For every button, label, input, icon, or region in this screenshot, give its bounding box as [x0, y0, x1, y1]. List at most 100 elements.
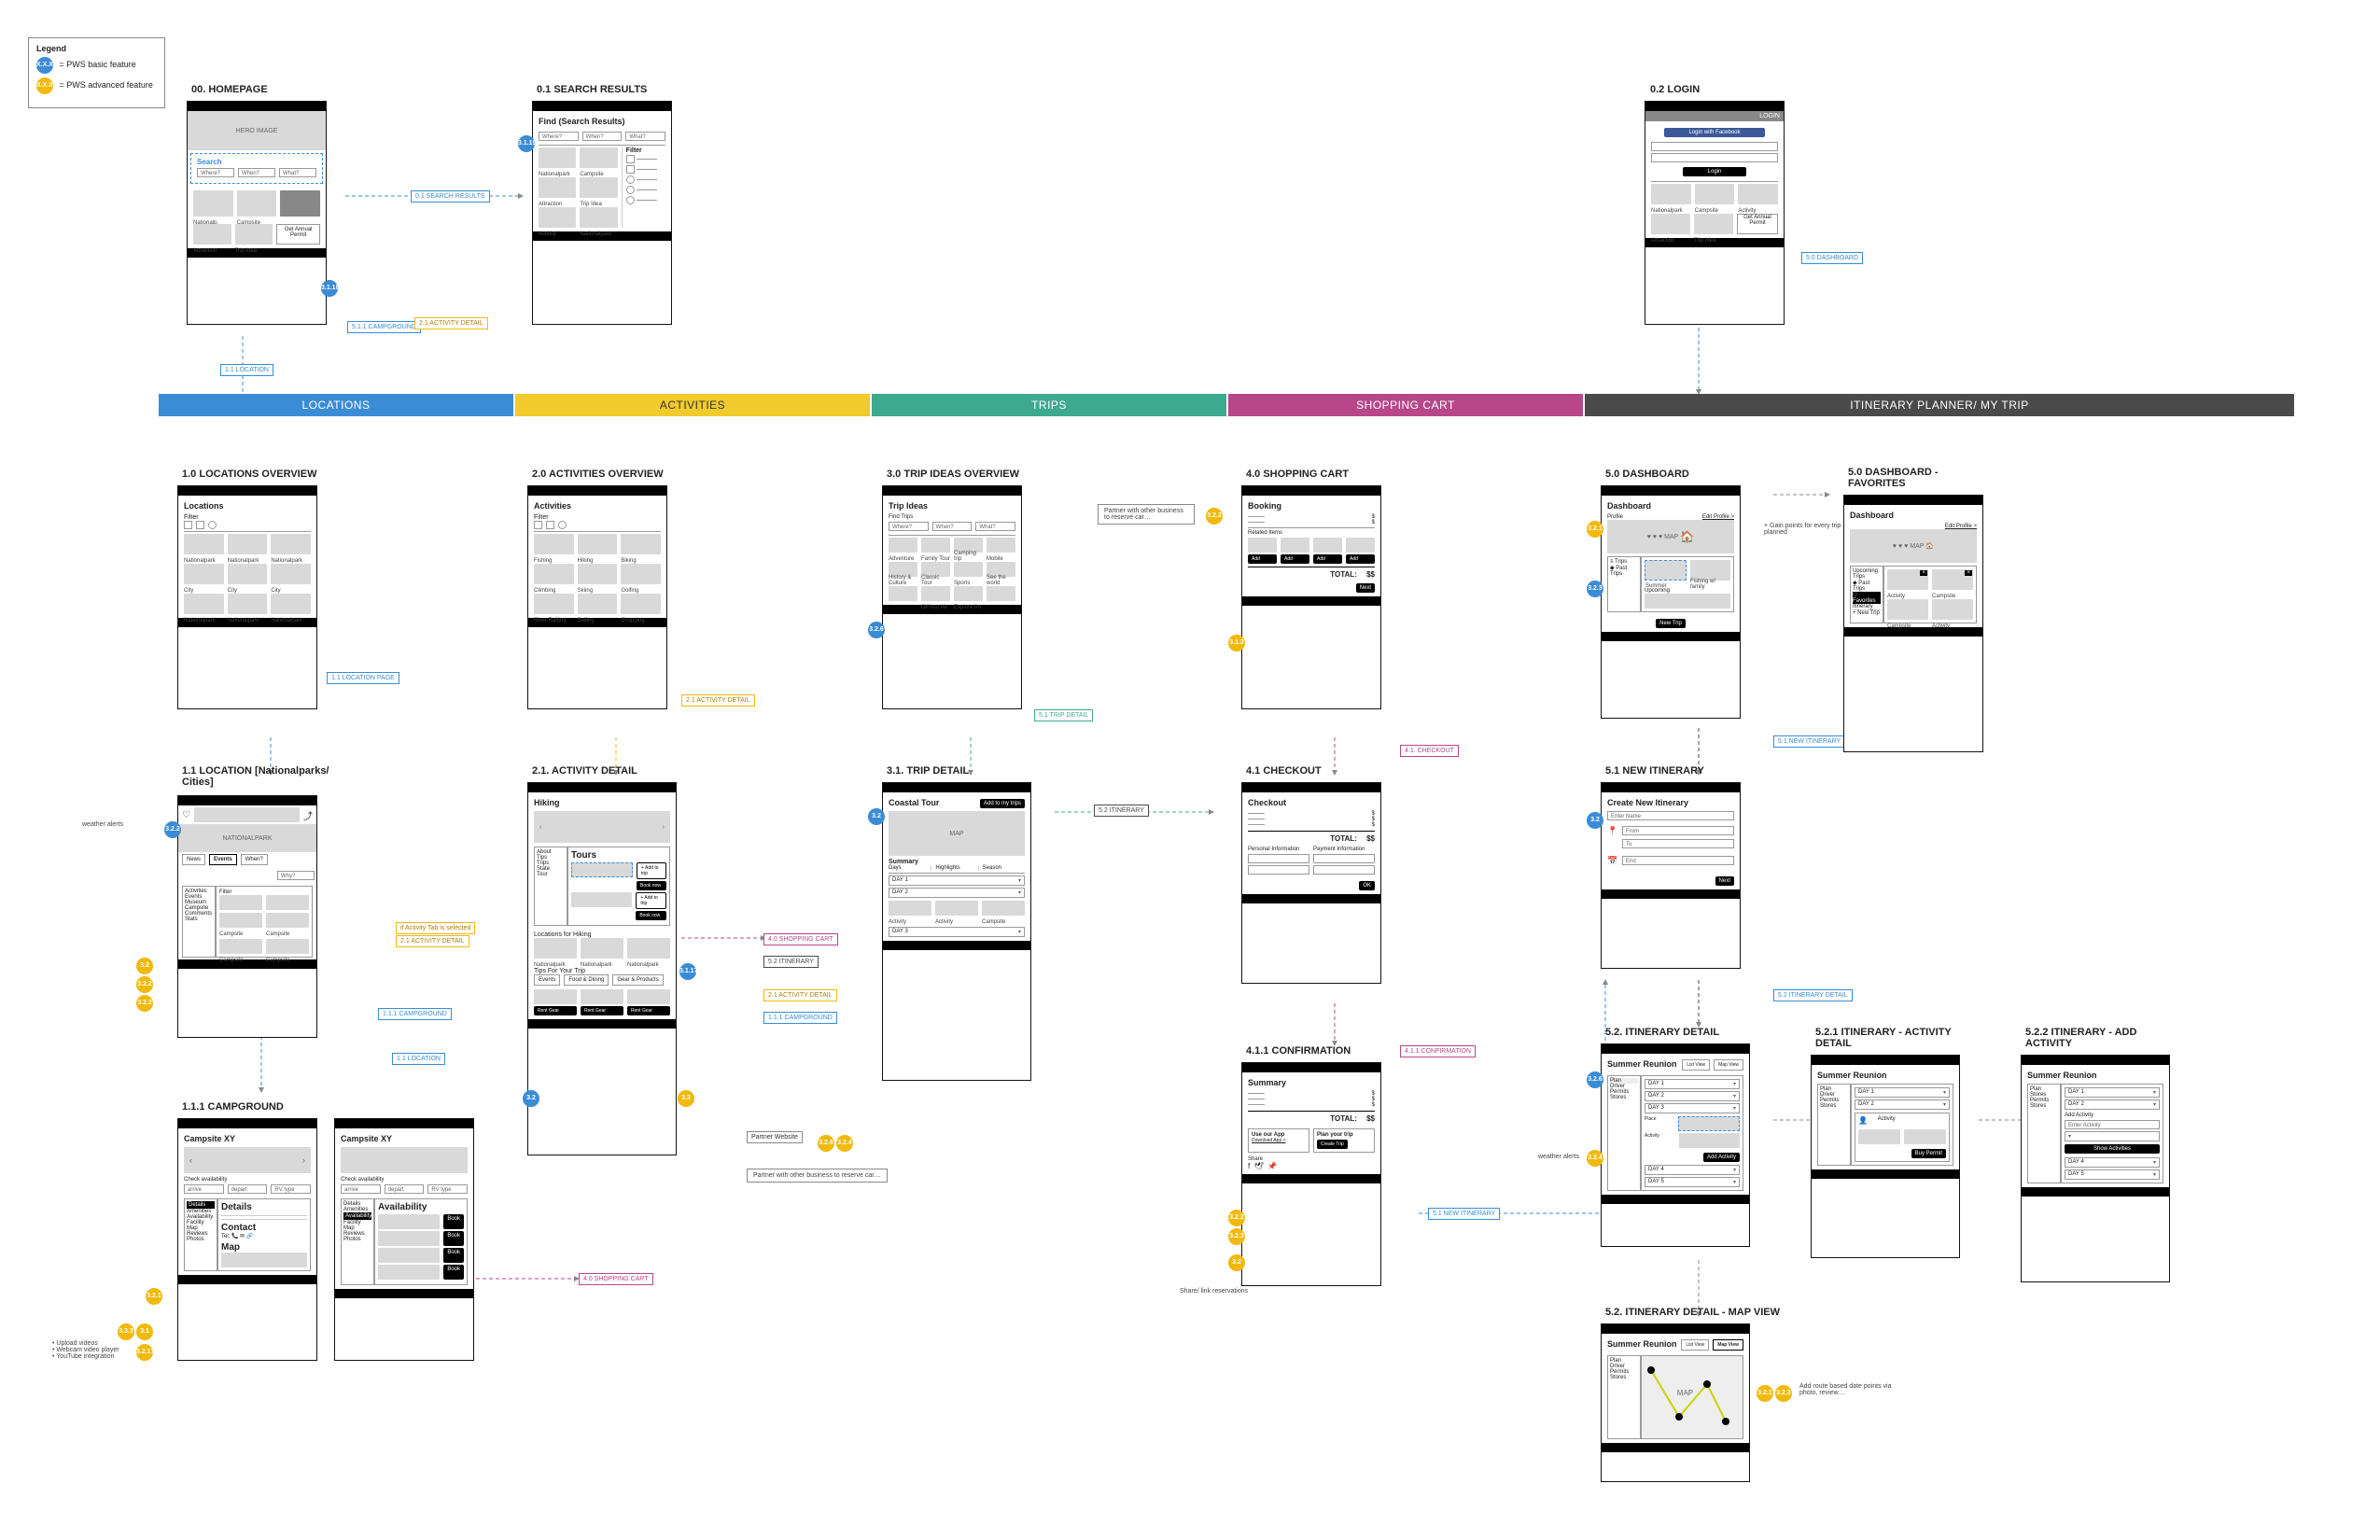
camp-t3[interactable]: Facility Map [187, 1220, 215, 1231]
id-add[interactable]: Add Activity [1703, 1153, 1740, 1162]
login-fb-button[interactable]: Login with Facebook [1664, 128, 1766, 137]
id-d1[interactable]: DAY 1 [1645, 1079, 1740, 1089]
s-check-2[interactable] [626, 165, 635, 174]
ad-rent-2[interactable]: Rent Gear [581, 1006, 623, 1015]
camp-dep[interactable]: depart [228, 1184, 268, 1194]
home-tile2-1[interactable]: Trip Idea [235, 248, 257, 254]
da-t0[interactable]: Summer [1645, 583, 1667, 589]
co-pi-f2[interactable] [1248, 865, 1309, 875]
login-pw-field[interactable] [1651, 153, 1778, 162]
ni-end[interactable]: End [1622, 856, 1734, 865]
ni-name[interactable]: Enter Name [1607, 811, 1734, 820]
camp-tb1[interactable]: Amenities [343, 1207, 371, 1212]
camp-tb2[interactable]: Availability [343, 1212, 371, 1220]
iad-d2[interactable]: DAY 2 [2065, 1099, 2160, 1110]
loc-fav-icon[interactable]: ♡ [182, 810, 190, 820]
id-d2[interactable]: DAY 2 [1645, 1091, 1740, 1101]
iad-d1[interactable]: DAY 1 [2065, 1087, 2160, 1098]
cart-add-4[interactable]: Add [1346, 554, 1375, 564]
search-what[interactable]: What? [625, 132, 665, 141]
home-when[interactable]: When? [238, 168, 275, 177]
home-permit[interactable]: Get Annual Permit [276, 224, 320, 245]
camp-t5[interactable]: Photos [187, 1237, 215, 1242]
cart-next[interactable]: Next [1356, 583, 1375, 593]
tov-when[interactable]: When? [932, 522, 973, 531]
tov31[interactable]: Explore Art [954, 605, 981, 610]
td-cell0[interactable]: Activity [889, 919, 906, 925]
im-tab-map[interactable]: Map View [1713, 1339, 1743, 1351]
im-s3[interactable]: Stores [1610, 1375, 1638, 1380]
ad-t1[interactable]: Nationalpark [581, 962, 612, 968]
tov30[interactable]: Off into Air [921, 605, 947, 610]
login-t3[interactable]: Attraction [1651, 238, 1674, 244]
login-button[interactable]: Login [1683, 167, 1746, 176]
ad-addtrip-1[interactable]: + Add to trip [637, 862, 666, 879]
id-d5[interactable]: DAY 5 [1645, 1177, 1740, 1187]
tov21[interactable]: Classic Tour [921, 575, 950, 586]
camp-rv-b[interactable]: RV type [427, 1184, 468, 1194]
ad-next-icon[interactable]: › [663, 824, 665, 831]
td-cell2[interactable]: Campsite [982, 919, 1005, 925]
camp-dep-b[interactable]: depart [385, 1184, 425, 1194]
ad-addtrip-2[interactable]: + Add to trip [636, 892, 666, 909]
actov-ck1[interactable] [534, 521, 542, 529]
df-tc[interactable]: Campsite [1887, 623, 1911, 629]
locov-ck2[interactable] [196, 521, 204, 529]
iad-show[interactable]: Show Activities [2065, 1144, 2160, 1154]
loc-tab-news[interactable]: News [182, 854, 205, 865]
df-new[interactable]: + New Trip [1853, 609, 1881, 616]
s-radio-3[interactable] [626, 196, 635, 204]
cart-add-3[interactable]: Add [1313, 554, 1342, 564]
ad-rent-3[interactable]: Rent Gear [627, 1006, 670, 1015]
loc-cell0[interactable]: Campsite [219, 931, 243, 937]
camp-book-2[interactable]: Book [443, 1231, 464, 1246]
td-day2[interactable]: DAY 2 [889, 888, 1025, 898]
s-radio-2[interactable] [626, 186, 635, 194]
tov23[interactable]: See the world [987, 575, 1015, 586]
camp-book-1[interactable]: Book [443, 1214, 464, 1229]
locov-t31[interactable]: Nationalpark [228, 618, 259, 623]
locov-t30[interactable]: Nationalpark [184, 618, 216, 623]
home-what[interactable]: What? [279, 168, 316, 177]
co-pi-f1[interactable] [1248, 854, 1309, 863]
camp-book-3[interactable]: Book [443, 1248, 464, 1263]
ad-t2[interactable]: Nationalpark [627, 962, 659, 968]
ad-ti2[interactable]: Gear & Products [612, 974, 663, 986]
ni-next[interactable]: Next [1715, 876, 1734, 886]
login-t2[interactable]: Activity [1738, 208, 1756, 214]
camp-tb3[interactable]: Facility Map [343, 1220, 371, 1231]
loc-tab-when[interactable]: When? [241, 854, 268, 865]
ia-d2[interactable]: DAY 2 [1855, 1099, 1950, 1110]
ia-s3[interactable]: Stores [1820, 1103, 1848, 1109]
cart-add-1[interactable]: Add [1248, 554, 1277, 564]
camp-t0[interactable]: Details [187, 1201, 215, 1209]
co-pay-f2[interactable] [1313, 865, 1375, 875]
df-s1[interactable]: ◆ Past Trips [1853, 580, 1881, 592]
df-s2[interactable]: ♡ Favorites [1853, 592, 1881, 604]
td-cell1[interactable]: Activity [935, 919, 953, 925]
locov-r1[interactable] [208, 521, 217, 529]
camp-tb5[interactable]: Photos [343, 1237, 371, 1242]
login-permit[interactable]: Get Annual Permit [1737, 214, 1778, 234]
df-edit[interactable]: Edit Profile > [1945, 524, 1977, 529]
id-tab-list[interactable]: List View [1682, 1059, 1710, 1071]
iad-d5[interactable]: DAY 5 [2065, 1169, 2160, 1180]
da-s1[interactable]: ◆ Past Trips [1610, 565, 1638, 577]
iad-enter[interactable]: Enter Activity [2065, 1120, 2160, 1129]
co-ok[interactable]: OK [1359, 881, 1375, 890]
ni-to[interactable]: To [1622, 839, 1734, 848]
tov-what[interactable]: What? [975, 522, 1015, 531]
cf-dl[interactable]: Download App > [1252, 1138, 1306, 1143]
actov-r1[interactable] [558, 521, 567, 529]
camp-prev-icon[interactable]: ‹ [189, 1155, 192, 1165]
ad-rent-1[interactable]: Rent Gear [534, 1006, 577, 1015]
cart-add-2[interactable]: Add [1281, 554, 1309, 564]
td-add[interactable]: Add to my trips [980, 799, 1025, 808]
td-day3[interactable]: DAY 3 [889, 927, 1025, 937]
loc-share-icon[interactable]: ⤴ [303, 808, 313, 822]
s-tile3-1[interactable]: Nationalpark [580, 231, 611, 237]
loc-cell3[interactable]: Campsite [266, 958, 289, 963]
s-radio-1[interactable] [626, 175, 635, 184]
search-when[interactable]: When? [582, 132, 623, 141]
im-tab-list[interactable]: List View [1681, 1339, 1709, 1351]
